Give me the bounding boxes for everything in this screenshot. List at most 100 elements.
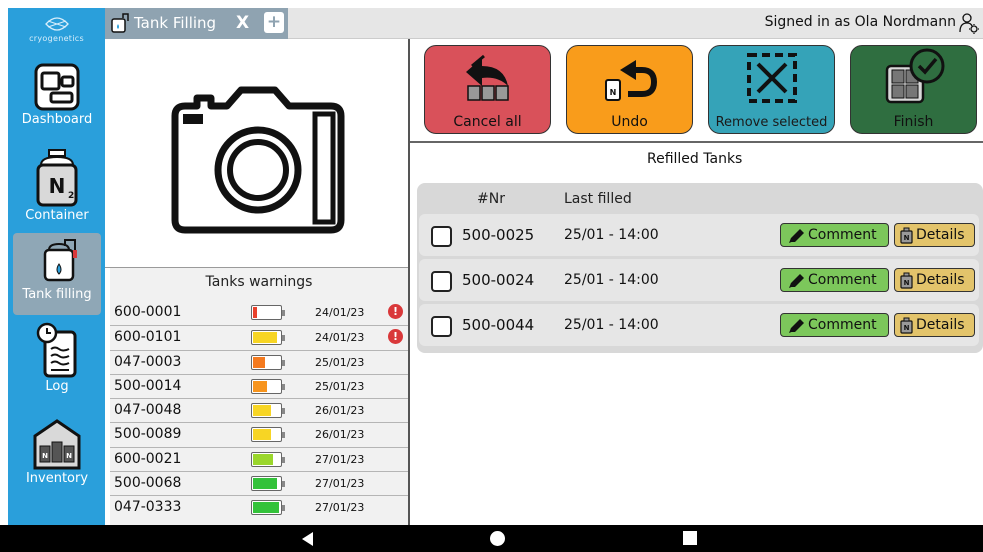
warning-tank-id: 500-0068: [114, 475, 182, 492]
alert-icon[interactable]: !: [388, 304, 403, 319]
tab-label: Tank Filling: [134, 14, 217, 32]
last-filled: 25/01 - 14:00: [564, 272, 659, 288]
comment-label: Comment: [808, 317, 877, 333]
finish-label: Finish: [893, 114, 934, 130]
nitrogen-tank-icon: N: [900, 227, 913, 244]
user-settings-icon[interactable]: [959, 12, 979, 34]
warning-row[interactable]: 047-0003 25/01/23 !: [110, 349, 408, 374]
undo-icon: N: [604, 60, 657, 101]
warning-date: 25/01/23: [315, 379, 365, 393]
sidebar-item-label: Inventory: [25, 471, 89, 486]
tank-id: 500-0025: [462, 226, 535, 244]
remove-selected-label: Remove selected: [715, 115, 828, 130]
tank-id: 500-0044: [462, 316, 535, 334]
warning-tank-id: 500-0089: [114, 426, 182, 443]
tank-id: 500-0024: [462, 271, 535, 289]
warning-row[interactable]: 047-0048 26/01/23 !: [110, 398, 408, 422]
home-icon[interactable]: [490, 531, 505, 546]
warning-tank-id: 600-0021: [114, 450, 182, 467]
refilled-tanks-table: #Nr Last filled 500-0025 25/01 - 14:00 C…: [417, 183, 983, 353]
sidebar-item-label: Dashboard: [21, 112, 93, 127]
sidebar-item-tank-filling[interactable]: Tank filling: [13, 233, 101, 315]
warning-row[interactable]: 600-0021 27/01/23 !: [110, 446, 408, 471]
finish-button[interactable]: Finish: [850, 45, 977, 134]
recent-apps-icon[interactable]: [683, 531, 697, 545]
photo-capture-area[interactable]: [105, 40, 408, 268]
pencil-icon: [789, 274, 804, 288]
comment-button[interactable]: Comment: [780, 313, 889, 337]
warning-row[interactable]: 500-0014 25/01/23 !: [110, 373, 408, 398]
warning-date: 24/01/23: [315, 331, 365, 345]
sidebar-item-container[interactable]: N 2 Container: [13, 149, 101, 229]
warning-row[interactable]: 047-0333 27/01/23 !: [110, 495, 408, 519]
details-label: Details: [916, 227, 965, 243]
cancel-all-icon: [465, 54, 509, 101]
battery-level-icon: [251, 354, 285, 370]
svg-text:N: N: [609, 88, 616, 97]
nitrogen-tank-icon: N: [900, 317, 913, 334]
table-row[interactable]: 500-0024 25/01 - 14:00 Comment N Details: [419, 259, 979, 301]
details-button[interactable]: N Details: [894, 313, 975, 337]
sidebar-item-label: Tank filling: [22, 287, 92, 302]
system-navigation-bar: [0, 525, 983, 552]
tab-tank-filling[interactable]: Tank Filling X +: [105, 8, 288, 39]
sidebar-item-dashboard[interactable]: Dashboard: [13, 63, 101, 143]
camera-icon[interactable]: [171, 84, 345, 234]
inventory-icon: N N: [33, 419, 81, 470]
undo-button[interactable]: N Undo: [566, 45, 693, 134]
warning-row[interactable]: 500-0089 26/01/23 !: [110, 422, 408, 446]
warning-date: 27/01/23: [315, 477, 365, 491]
cancel-all-label: Cancel all: [453, 114, 522, 130]
details-label: Details: [916, 272, 965, 288]
warning-row[interactable]: 600-0101 24/01/23 !: [110, 325, 408, 349]
tank-filling-icon: [111, 13, 129, 33]
column-header-last-filled: Last filled: [564, 191, 632, 207]
row-checkbox[interactable]: [431, 226, 452, 247]
alert-icon[interactable]: !: [388, 329, 403, 345]
last-filled: 25/01 - 14:00: [564, 317, 659, 333]
warning-tank-id: 600-0001: [114, 304, 182, 320]
warning-date: 27/01/23: [315, 501, 365, 515]
comment-button[interactable]: Comment: [780, 268, 889, 292]
svg-text:N: N: [42, 452, 48, 460]
nitrogen-tank-icon: N: [900, 272, 913, 289]
brand-logo: cryogenetics: [8, 8, 105, 52]
tank-filling-icon: [43, 239, 77, 282]
tab-bar: Tank Filling X + Signed in as Ola Nordma…: [105, 8, 983, 39]
warning-row[interactable]: 500-0068 27/01/23 !: [110, 471, 408, 495]
svg-text:2: 2: [68, 191, 74, 201]
sidebar-item-log[interactable]: Log: [13, 322, 101, 402]
row-checkbox[interactable]: [431, 316, 452, 337]
close-tab-button[interactable]: X: [236, 13, 249, 33]
warning-date: 26/01/23: [315, 404, 365, 418]
comment-label: Comment: [808, 272, 877, 288]
sidebar-item-label: Log: [45, 379, 69, 394]
battery-level-icon: [251, 330, 285, 346]
details-label: Details: [916, 317, 965, 333]
remove-selected-icon: [746, 53, 797, 103]
warning-row[interactable]: 600-0001 24/01/23 !: [110, 301, 408, 325]
warning-date: 25/01/23: [315, 355, 365, 369]
sidebar-item-label: Container: [25, 208, 89, 223]
tank-warnings-panel: Tanks warnings 600-0001 24/01/23 ! 600-0…: [110, 268, 408, 525]
pencil-icon: [789, 319, 804, 333]
table-row[interactable]: 500-0044 25/01 - 14:00 Comment N Details: [419, 304, 979, 346]
sidebar-item-inventory[interactable]: N N Inventory: [13, 418, 101, 498]
table-row[interactable]: 500-0025 25/01 - 14:00 Comment N Details: [419, 214, 979, 256]
nitrogen-container-icon: N 2: [36, 149, 78, 207]
cancel-all-button[interactable]: Cancel all: [424, 45, 551, 134]
details-button[interactable]: N Details: [894, 268, 975, 292]
undo-label: Undo: [611, 114, 648, 130]
column-header-nr: #Nr: [477, 191, 505, 207]
row-checkbox[interactable]: [431, 271, 452, 292]
last-filled: 25/01 - 14:00: [564, 227, 659, 243]
finish-icon: [885, 48, 944, 104]
remove-selected-button[interactable]: Remove selected: [708, 45, 835, 134]
add-tab-button[interactable]: +: [264, 12, 284, 33]
warning-date: 24/01/23: [315, 306, 365, 319]
back-icon[interactable]: [302, 532, 313, 546]
details-button[interactable]: N Details: [894, 223, 975, 247]
comment-button[interactable]: Comment: [780, 223, 889, 247]
warning-tank-id: 500-0014: [114, 377, 182, 394]
sidebar: cryogenetics Dashboard N 2 Container Tan…: [8, 8, 105, 525]
